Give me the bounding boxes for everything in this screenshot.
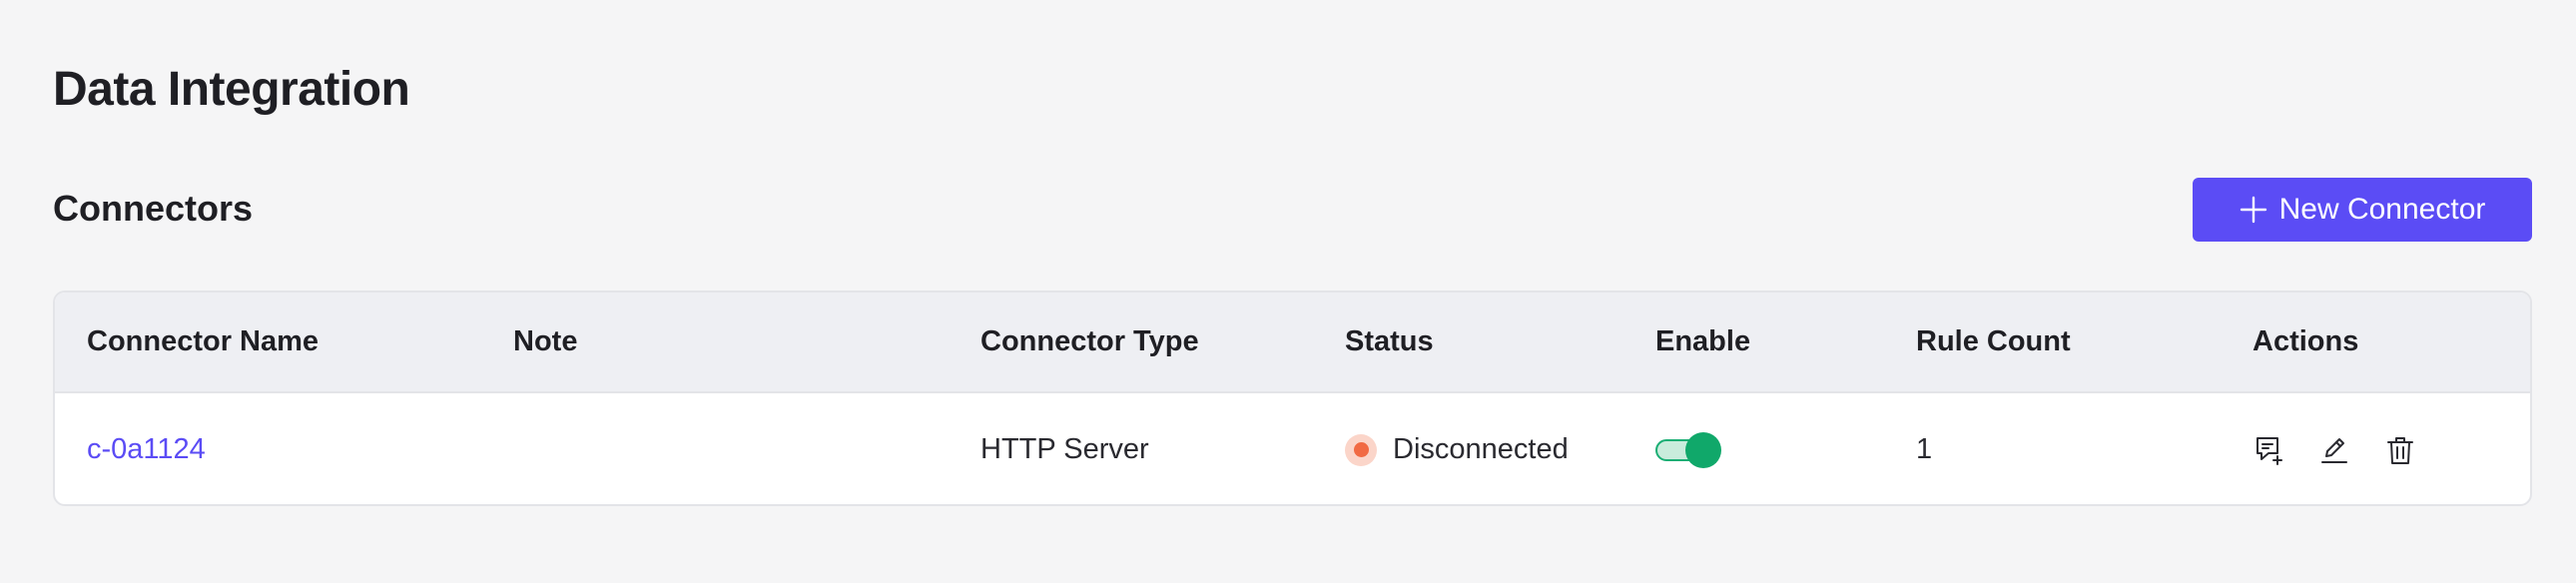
rule-count-cell: 1	[1916, 433, 1933, 465]
delete-icon[interactable]	[2384, 434, 2416, 466]
column-header-enable: Enable	[1655, 325, 1751, 357]
column-header-rule-count: Rule Count	[1916, 325, 2071, 357]
connector-type-cell: HTTP Server	[980, 433, 1149, 465]
create-rule-icon[interactable]	[2253, 434, 2284, 466]
table-row: c-0a1124 HTTP Server Disconnected 1	[55, 393, 2530, 504]
column-header-status: Status	[1345, 325, 1434, 357]
new-connector-button[interactable]: New Connector	[2193, 178, 2532, 242]
plus-icon	[2240, 196, 2267, 224]
column-header-connector-type: Connector Type	[980, 325, 1199, 357]
section-title: Connectors	[53, 188, 254, 229]
column-header-connector-name: Connector Name	[87, 325, 320, 357]
connector-name-link[interactable]: c-0a1124	[87, 433, 206, 465]
status-text: Disconnected	[1393, 433, 1569, 465]
column-header-note: Note	[513, 325, 578, 357]
page-title: Data Integration	[53, 63, 410, 116]
table-header: Connector Name Note Connector Type Statu…	[55, 292, 2530, 393]
new-connector-label: New Connector	[2278, 193, 2486, 226]
edit-icon[interactable]	[2318, 434, 2350, 466]
connectors-table: Connector Name Note Connector Type Statu…	[53, 291, 2532, 506]
connector-name-cell: c-0a1124	[87, 393, 206, 504]
column-header-actions: Actions	[2253, 325, 2359, 357]
enable-toggle[interactable]	[1655, 431, 1721, 469]
toggle-knob	[1685, 432, 1721, 468]
status-cell: Disconnected	[1345, 393, 1569, 504]
page: Data Integration Connectors New Connecto…	[0, 0, 2576, 583]
actions-cell	[2253, 393, 2416, 504]
status-indicator-icon	[1345, 433, 1377, 466]
